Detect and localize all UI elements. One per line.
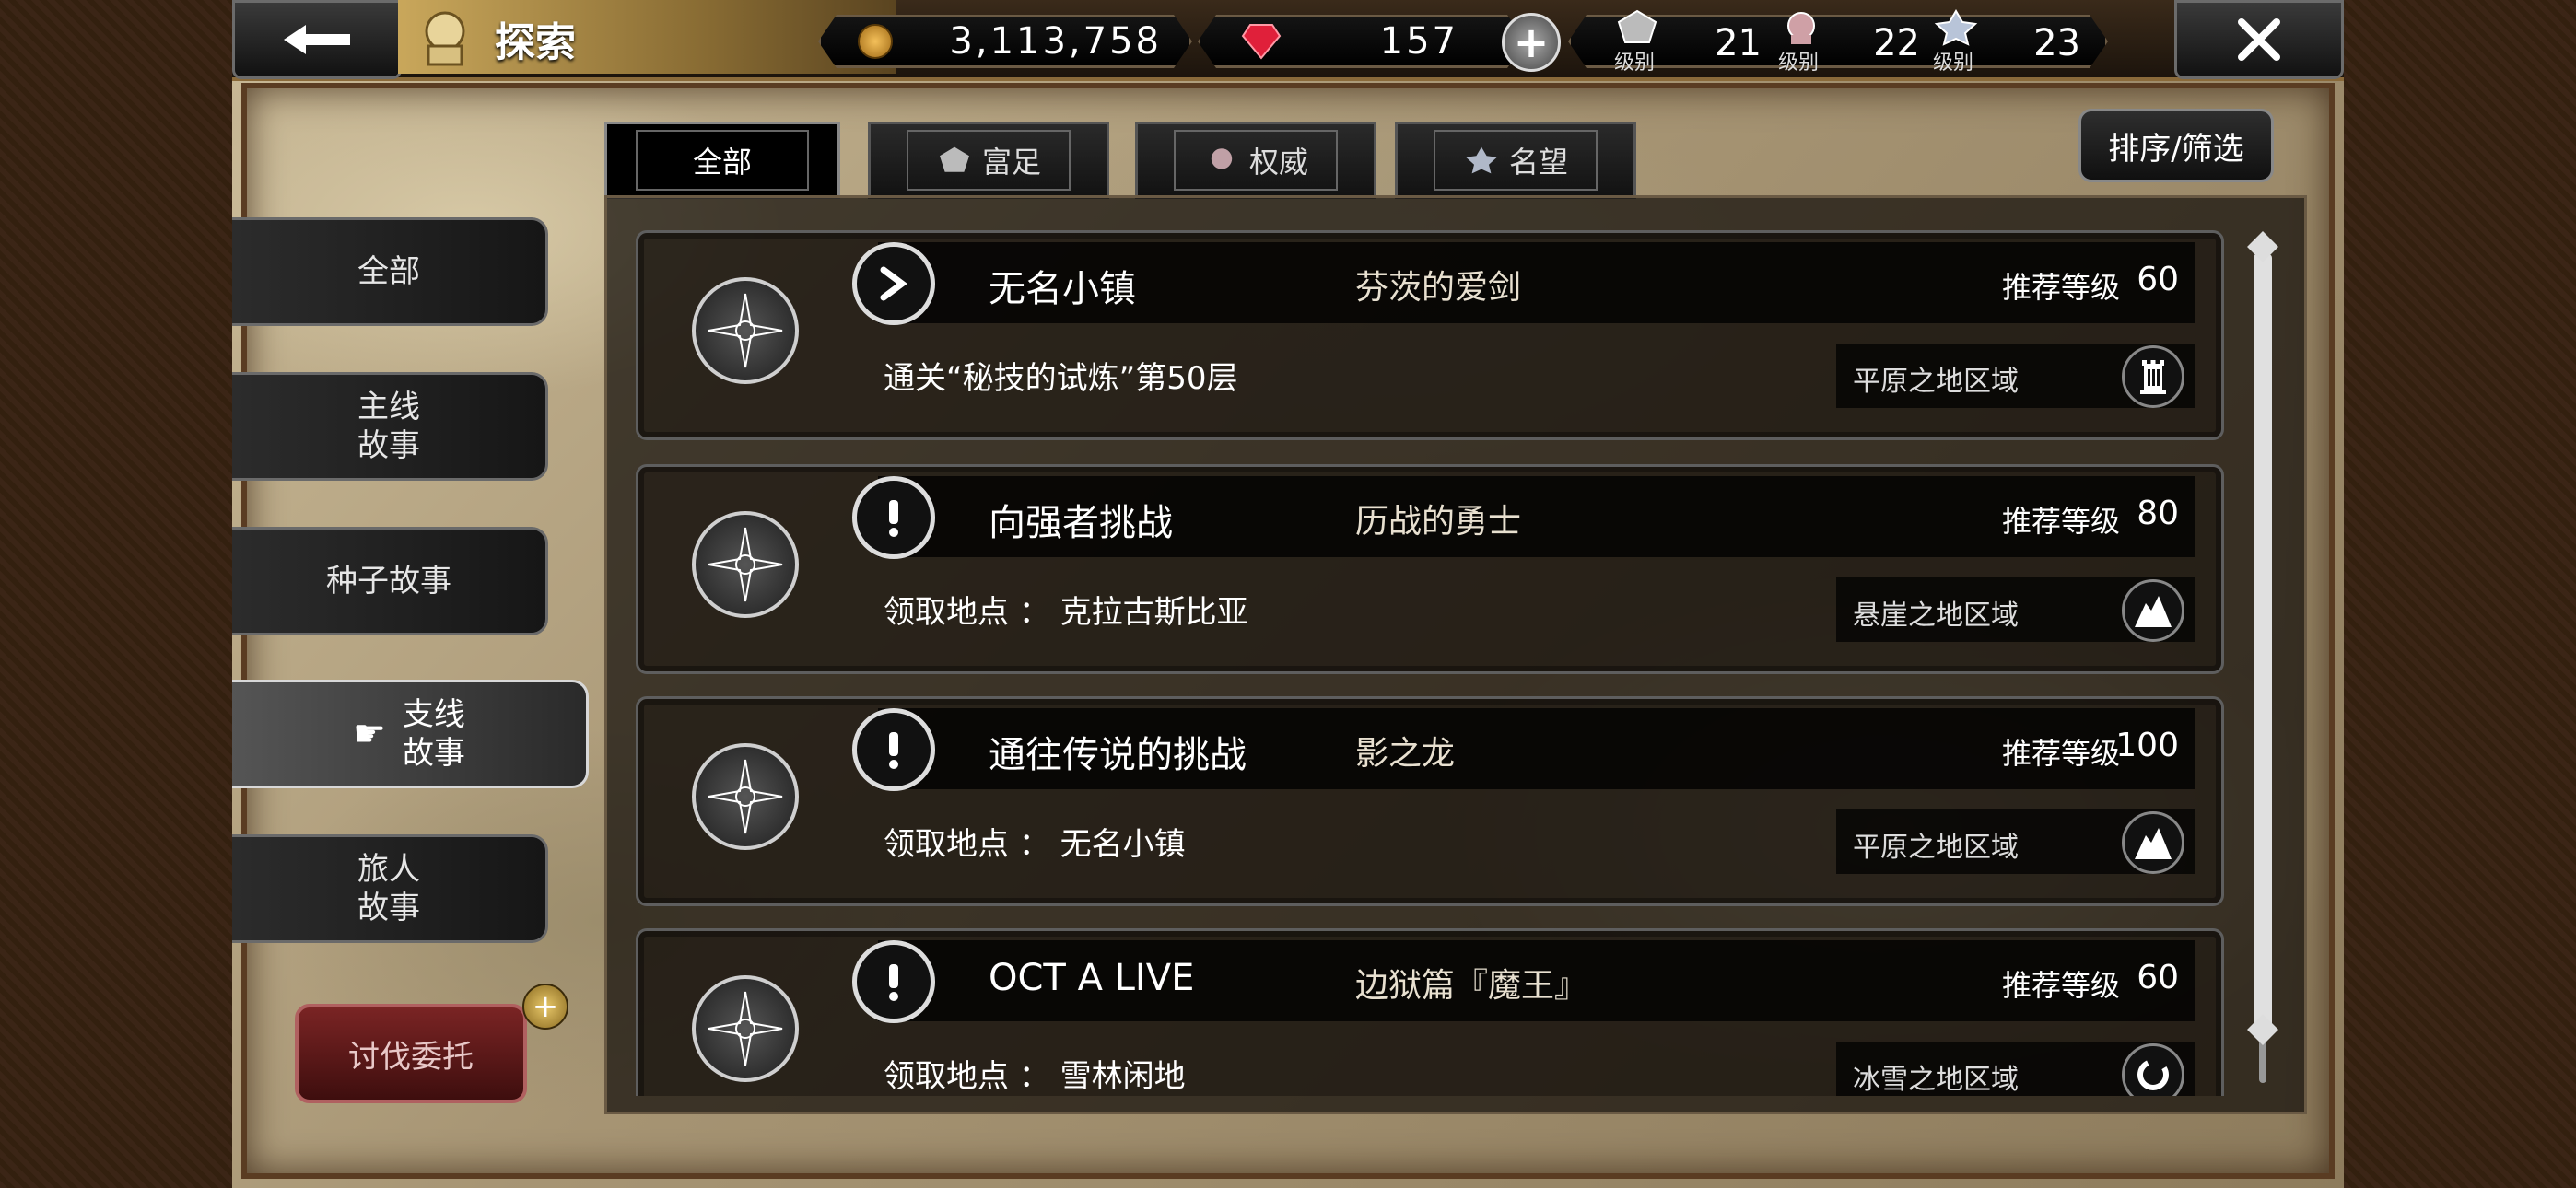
recommended-level-value: 60 xyxy=(2137,959,2179,996)
quest-list-scrollbar[interactable] xyxy=(2247,231,2278,1083)
quest-detail: 领取地点 ： 雪林闲地 xyxy=(884,1058,1186,1095)
quest-list-clip: OCT A LIVE 边狱篇『魔王』 推荐等级 60 领取地点 ： 雪林闲地 冰… xyxy=(232,0,2344,1096)
scroll-thumb[interactable] xyxy=(2254,254,2272,1035)
exclamation-icon xyxy=(852,940,935,1023)
quest-card[interactable]: OCT A LIVE 边狱篇『魔王』 推荐等级 60 领取地点 ： 雪林闲地 冰… xyxy=(636,928,2224,1096)
explore-screen: 探索 3,113,758 157 + 级别 21 级别 22 级别 23 全部 … xyxy=(232,0,2344,1188)
recommended-level-label: 推荐等级 xyxy=(2002,968,2121,1003)
right-border-decoration xyxy=(2344,0,2576,1188)
compass-emblem-icon xyxy=(692,975,799,1082)
quest-region: 冰雪之地区域 xyxy=(1853,1064,2019,1096)
quest-subtitle: 边狱篇『魔王』 xyxy=(1355,967,1588,1005)
left-border-decoration xyxy=(0,0,232,1188)
quest-name: OCT A LIVE xyxy=(989,957,1195,999)
